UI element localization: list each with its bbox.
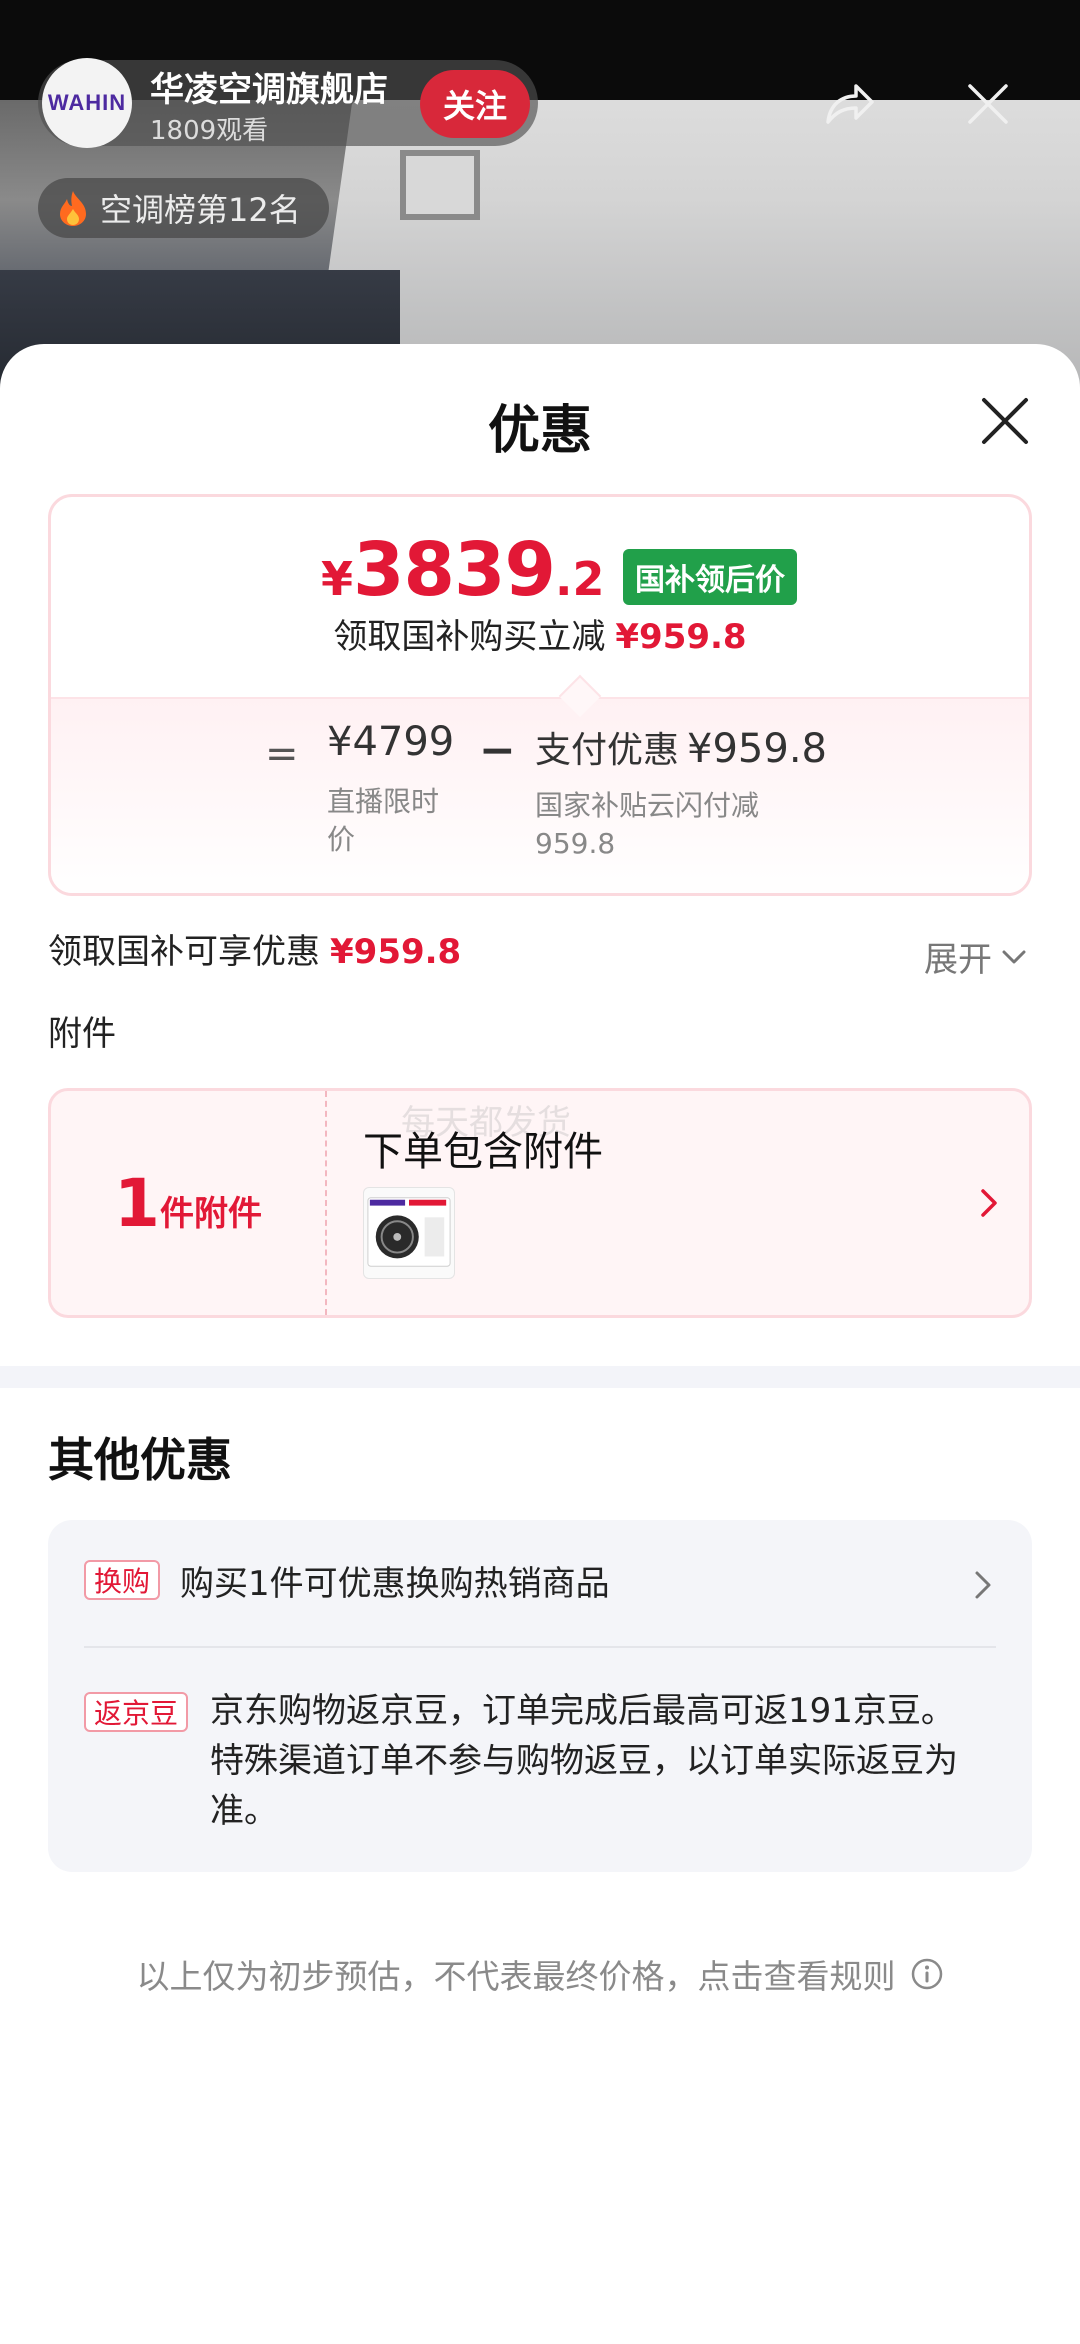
chevron-right-icon[interactable] [977, 1185, 1001, 1221]
minus-sign: − [479, 725, 516, 776]
expand-label: 展开 [924, 940, 992, 980]
close-icon[interactable] [960, 76, 1016, 132]
attachment-count-unit: 件附件 [159, 1193, 262, 1234]
rules-note-text: 以上仅为初步预估，不代表最终价格，点击查看规则 [136, 1957, 896, 1996]
outdoor-unit-thumbnail[interactable] [363, 1187, 455, 1279]
other-discounts-title: 其他优惠 [48, 1433, 232, 1487]
subsidy-text: 领取国补购买立减 [333, 617, 606, 657]
rank-label: 空调榜第12名 [100, 191, 301, 229]
equals-sign: = [265, 731, 299, 777]
chevron-down-icon [1002, 950, 1026, 963]
share-icon[interactable] [820, 76, 876, 132]
currency-symbol: ¥ [321, 552, 354, 606]
price-decimal: .2 [554, 552, 605, 606]
trade-in-tag: 换购 [84, 1560, 161, 1600]
price-integer: 3839 [353, 527, 556, 613]
sheet-title: 优惠 [487, 401, 592, 461]
attachment-card[interactable]: 1 件附件 每天都发货 下单包含附件 [48, 1088, 1032, 1318]
row-divider [84, 1646, 996, 1648]
price-card: ¥ 3839 .2 国补领后价 领取国补购买立减 ¥959.8 = ¥4799 直… [48, 494, 1032, 896]
jingdou-tag: 返京豆 [84, 1692, 189, 1732]
rank-badge[interactable]: 空调榜第12名 [38, 178, 329, 238]
chevron-right-icon[interactable] [972, 1568, 994, 1602]
store-name[interactable]: 华凌空调旗舰店 [150, 62, 388, 111]
payment-discount-desc: 国家补贴云闪付减959.8 [535, 789, 760, 860]
subsidy-amount: ¥959.8 [615, 617, 747, 657]
section-separator [0, 1366, 1080, 1388]
rules-note[interactable]: 以上仅为初步预估，不代表最终价格，点击查看规则 [0, 1950, 1080, 1998]
store-logo[interactable]: WAHIN [42, 58, 132, 148]
attachment-count-number: 1 [114, 1164, 160, 1242]
enjoy-discount-line: 领取国补可享优惠 ¥959.8 [48, 924, 461, 973]
attachment-count: 1 件附件 [51, 1091, 325, 1315]
dashed-divider [325, 1091, 327, 1315]
jingdou-text: 京东购物返京豆，订单完成后最高可返191京豆。特殊渠道订单不参与购物返豆，以订单… [210, 1691, 958, 1831]
original-price: ¥4799 [327, 719, 455, 765]
original-price-label: 直播限时价 [327, 785, 440, 856]
final-price: ¥ 3839 .2 [321, 527, 604, 613]
enjoy-amount: ¥959.8 [330, 932, 462, 972]
payment-discount: 支付优惠 ¥959.8 [535, 721, 827, 773]
subsidy-price-tag: 国补领后价 [623, 549, 797, 605]
enjoy-text: 领取国补可享优惠 [48, 932, 320, 972]
other-discounts-box: 换购 购买1件可优惠换购热销商品 返京豆 京东购物返京豆，订单完成后最高可返19… [48, 1520, 1032, 1872]
discount-sheet: 优惠 ¥ 3839 .2 国补领后价 领取国补购买立减 ¥959.8 = ¥479… [0, 344, 1080, 2344]
attachment-title: 下单包含附件 [363, 1129, 603, 1175]
trade-in-text[interactable]: 购买1件可优惠换购热销商品 [180, 1556, 610, 1605]
payment-discount-amount: ¥959.8 [687, 726, 827, 772]
expand-button[interactable]: 展开 [924, 932, 1028, 981]
follow-button[interactable]: 关注 [420, 70, 530, 138]
attachments-heading: 附件 [48, 1014, 116, 1054]
info-icon[interactable] [910, 1957, 944, 1991]
close-icon[interactable] [978, 394, 1032, 448]
live-top-bar: WAHIN 华凌空调旗舰店 1809观看 关注 空调榜第12名 [0, 0, 1080, 238]
viewer-count: 1809观看 [150, 116, 269, 146]
flame-icon [60, 191, 86, 226]
payment-discount-label: 支付优惠 [535, 730, 680, 771]
subsidy-line: 领取国补购买立减 ¥959.8 [51, 609, 1029, 658]
